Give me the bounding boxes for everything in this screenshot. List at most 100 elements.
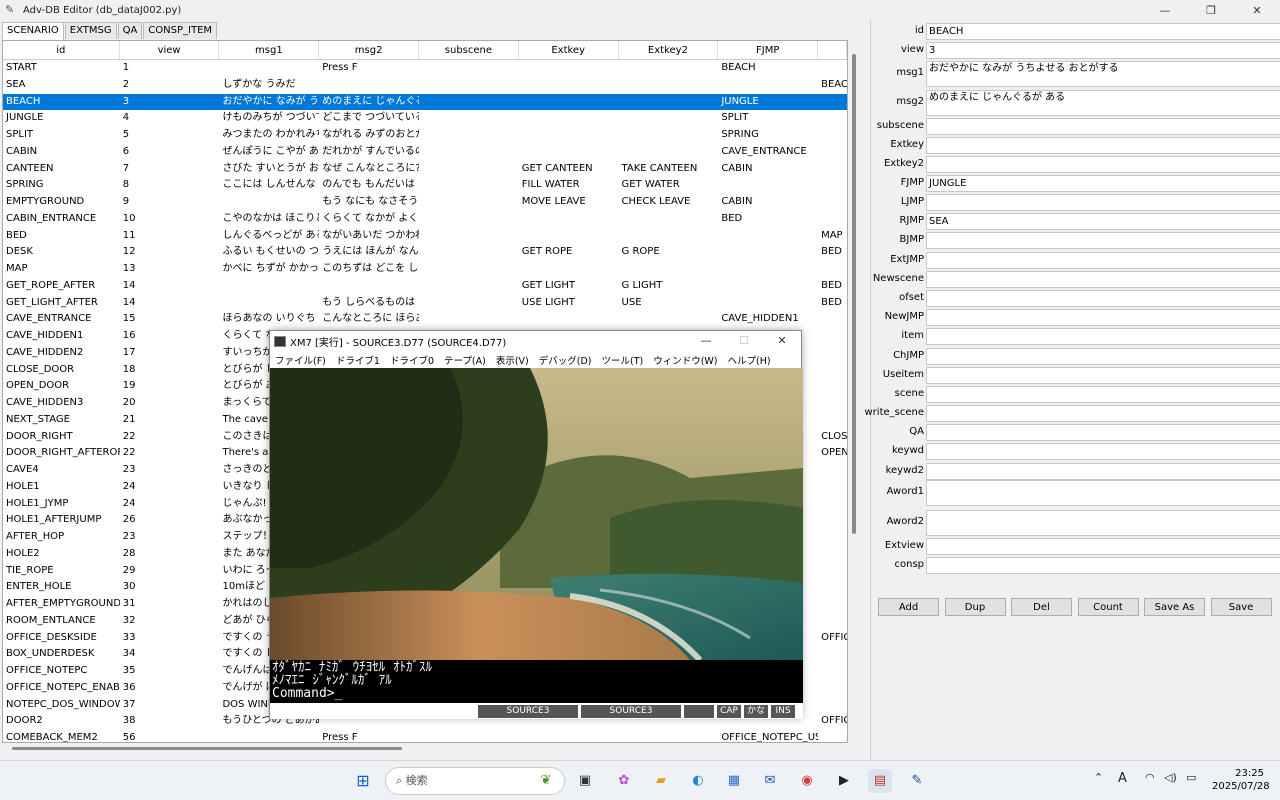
field-input[interactable]: 3 (926, 42, 1280, 59)
copilot-icon[interactable]: ✿ (612, 769, 636, 793)
column-header[interactable]: msg1 (219, 41, 320, 59)
table-row[interactable]: BED 11 しんぐるべっどが あるながいあいだ つかわれて MAP (3, 228, 847, 245)
column-header[interactable]: msg2 (319, 41, 420, 59)
dup-button[interactable]: Dup (944, 598, 1006, 616)
xm7-menu-item[interactable]: ファイル(F) (275, 353, 326, 367)
xm7-menu-item[interactable]: デバッグ(D) (539, 353, 592, 367)
tab-consp-item[interactable]: CONSP_ITEM (143, 22, 218, 39)
close-button[interactable]: ✕ (1234, 0, 1280, 20)
table-row[interactable]: SEA 2 しずかな うみだ BEAC (3, 77, 847, 94)
field-input[interactable]: おだやかに なみが うちよせる おとがする (926, 61, 1280, 87)
field-input[interactable]: めのまえに じゃんぐるが ある (926, 90, 1280, 116)
xm7-taskbar-icon[interactable]: ▤ (868, 769, 892, 793)
table-row[interactable]: CAVE_ENTRANCE 15 ほらあなの いりぐちこんなところに ほらあなか CA… (3, 311, 847, 328)
table-row[interactable]: GET_LIGHT_AFTER 14 もう しらべるものは ない USE LIGHT U… (3, 295, 847, 312)
save-as-button[interactable]: Save As (1144, 598, 1205, 616)
field-input[interactable] (926, 510, 1280, 536)
xm7-minimize-button[interactable]: — (687, 331, 725, 351)
xm7-menu-item[interactable]: ウィンドウ(W) (653, 353, 717, 367)
table-row[interactable]: GET_ROPE_AFTER 14 GET LIGHT G LIGHT BED (3, 278, 847, 295)
xm7-menu-item[interactable]: 表示(V) (496, 353, 529, 367)
column-header[interactable]: FJMP (718, 41, 819, 59)
column-header[interactable] (818, 41, 847, 59)
field-input[interactable] (926, 405, 1280, 422)
tab-scenario[interactable]: SCENARIO (2, 22, 64, 40)
field-input[interactable] (926, 290, 1280, 307)
field-input[interactable] (926, 386, 1280, 403)
add-button[interactable]: Add (878, 598, 939, 616)
field-input[interactable] (926, 271, 1280, 288)
table-row[interactable]: MAP 13 かべに ちずが かかっていこのちずは どこを しめして (3, 261, 847, 278)
volume-icon[interactable]: ◁) (1164, 771, 1177, 784)
xm7-menu-item[interactable]: ドライブ0 (390, 353, 434, 367)
field-input[interactable] (926, 463, 1280, 480)
start-menu-icon[interactable]: ⊞ (351, 769, 375, 793)
field-input[interactable] (926, 557, 1280, 574)
column-header[interactable]: id (3, 41, 120, 59)
vertical-scrollbar[interactable] (849, 40, 859, 743)
field-input[interactable] (926, 137, 1280, 154)
table-row[interactable]: SPRING 8 ここには しんせんな みずがのんでも もんだいは なさ FILL W… (3, 177, 847, 194)
table-row[interactable]: EMPTYGROUND 9 もう なにも なさそうだ MOVE LEAVE CHECK … (3, 194, 847, 211)
store-icon[interactable]: ▦ (722, 769, 746, 793)
xm7-menu-item[interactable]: テープ(A) (444, 353, 486, 367)
terminal-icon[interactable]: ▶ (832, 769, 856, 793)
wifi-icon[interactable]: ◠ (1145, 771, 1155, 784)
field-input[interactable] (926, 348, 1280, 365)
column-header[interactable]: Extkey2 (619, 41, 719, 59)
edge-browser-icon[interactable]: ◐ (686, 769, 710, 793)
tab-qa[interactable]: QA (117, 22, 143, 39)
field-input[interactable]: BEACH (926, 23, 1280, 40)
field-input[interactable] (926, 194, 1280, 211)
task-view-icon[interactable]: ▣ (573, 769, 597, 793)
field-input[interactable] (926, 156, 1280, 173)
field-input[interactable] (926, 367, 1280, 384)
ime-indicator-icon[interactable]: A (1118, 771, 1127, 786)
table-row[interactable]: CABIN_ENTRANCE 10 こやのなかは ほこりと かびくらくて なかが よ… (3, 211, 847, 228)
table-row[interactable]: DESK 12 ふるい もくせいの つくえがうえには ほんが なんさつか GET RO… (3, 244, 847, 261)
xm7-menu-item[interactable]: ドライブ1 (336, 353, 380, 367)
field-input[interactable] (926, 328, 1280, 345)
table-row[interactable]: BEACH 3 おだやかに なみが うちよめのまえに じゃんぐるが ま JUNGLE (3, 93, 847, 111)
field-input[interactable]: JUNGLE (926, 175, 1280, 192)
field-input[interactable] (926, 538, 1280, 555)
field-input[interactable] (926, 252, 1280, 269)
field-input[interactable]: SEA (926, 213, 1280, 230)
feather-editor-icon[interactable]: ✎ (905, 769, 929, 793)
tab-extmsg[interactable]: EXTMSG (64, 22, 117, 39)
field-input[interactable] (926, 232, 1280, 249)
field-input[interactable] (926, 424, 1280, 441)
plant-widget-icon[interactable]: ❦ (534, 769, 558, 793)
outlook-icon[interactable]: ✉ (758, 769, 782, 793)
column-header[interactable]: Extkey (519, 41, 619, 59)
table-row[interactable]: JUNGLE 4 けものみちが つづいていどこまで つづいている のか SPLIT (3, 110, 847, 127)
table-row[interactable]: COMEBACK_MEM2 56 Press F OFFICE_NOTEPC_USE (3, 730, 847, 742)
table-row[interactable]: START 1 Press F BEACH (3, 60, 847, 77)
field-input[interactable] (926, 443, 1280, 460)
table-row[interactable]: CABIN 6 ぜんぽうに こやが あるだれかが すんでいるのか CAVE_ENTRA… (3, 144, 847, 161)
field-input[interactable] (926, 118, 1280, 135)
xm7-menu-item[interactable]: ヘルプ(H) (728, 353, 771, 367)
maximize-button[interactable]: ❐ (1188, 0, 1234, 20)
clock[interactable]: 23:25 2025/07/28 (1212, 767, 1270, 793)
xm7-menu-item[interactable]: ツール(T) (601, 353, 643, 367)
table-row[interactable]: SPLIT 5 みつまたの わかれみちにながれる みずのおとが き SPRING (3, 127, 847, 144)
column-header[interactable]: view (120, 41, 220, 59)
file-explorer-icon[interactable]: ▰ (649, 769, 673, 793)
chrome-icon[interactable]: ◉ (795, 769, 819, 793)
xm7-close-button[interactable]: ✕ (763, 331, 801, 351)
scroll-thumb[interactable] (12, 747, 402, 750)
table-row[interactable]: CANTEEN 7 さびた すいとうが おちてなぜ こんなところに? GET CANT… (3, 161, 847, 178)
horizontal-scrollbar[interactable] (2, 743, 848, 755)
column-header[interactable]: subscene (419, 41, 519, 59)
command-prompt[interactable]: Command>_ (272, 687, 801, 700)
field-input[interactable] (926, 480, 1280, 506)
battery-icon[interactable]: ▭ (1186, 771, 1196, 784)
minimize-button[interactable]: — (1142, 0, 1188, 20)
chevron-up-icon[interactable]: ⌃ (1094, 771, 1103, 784)
field-input[interactable] (926, 309, 1280, 326)
save-button[interactable]: Save (1210, 598, 1272, 616)
del-button[interactable]: Del (1011, 598, 1072, 616)
scroll-thumb[interactable] (852, 54, 856, 534)
count-button[interactable]: Count (1077, 598, 1139, 616)
